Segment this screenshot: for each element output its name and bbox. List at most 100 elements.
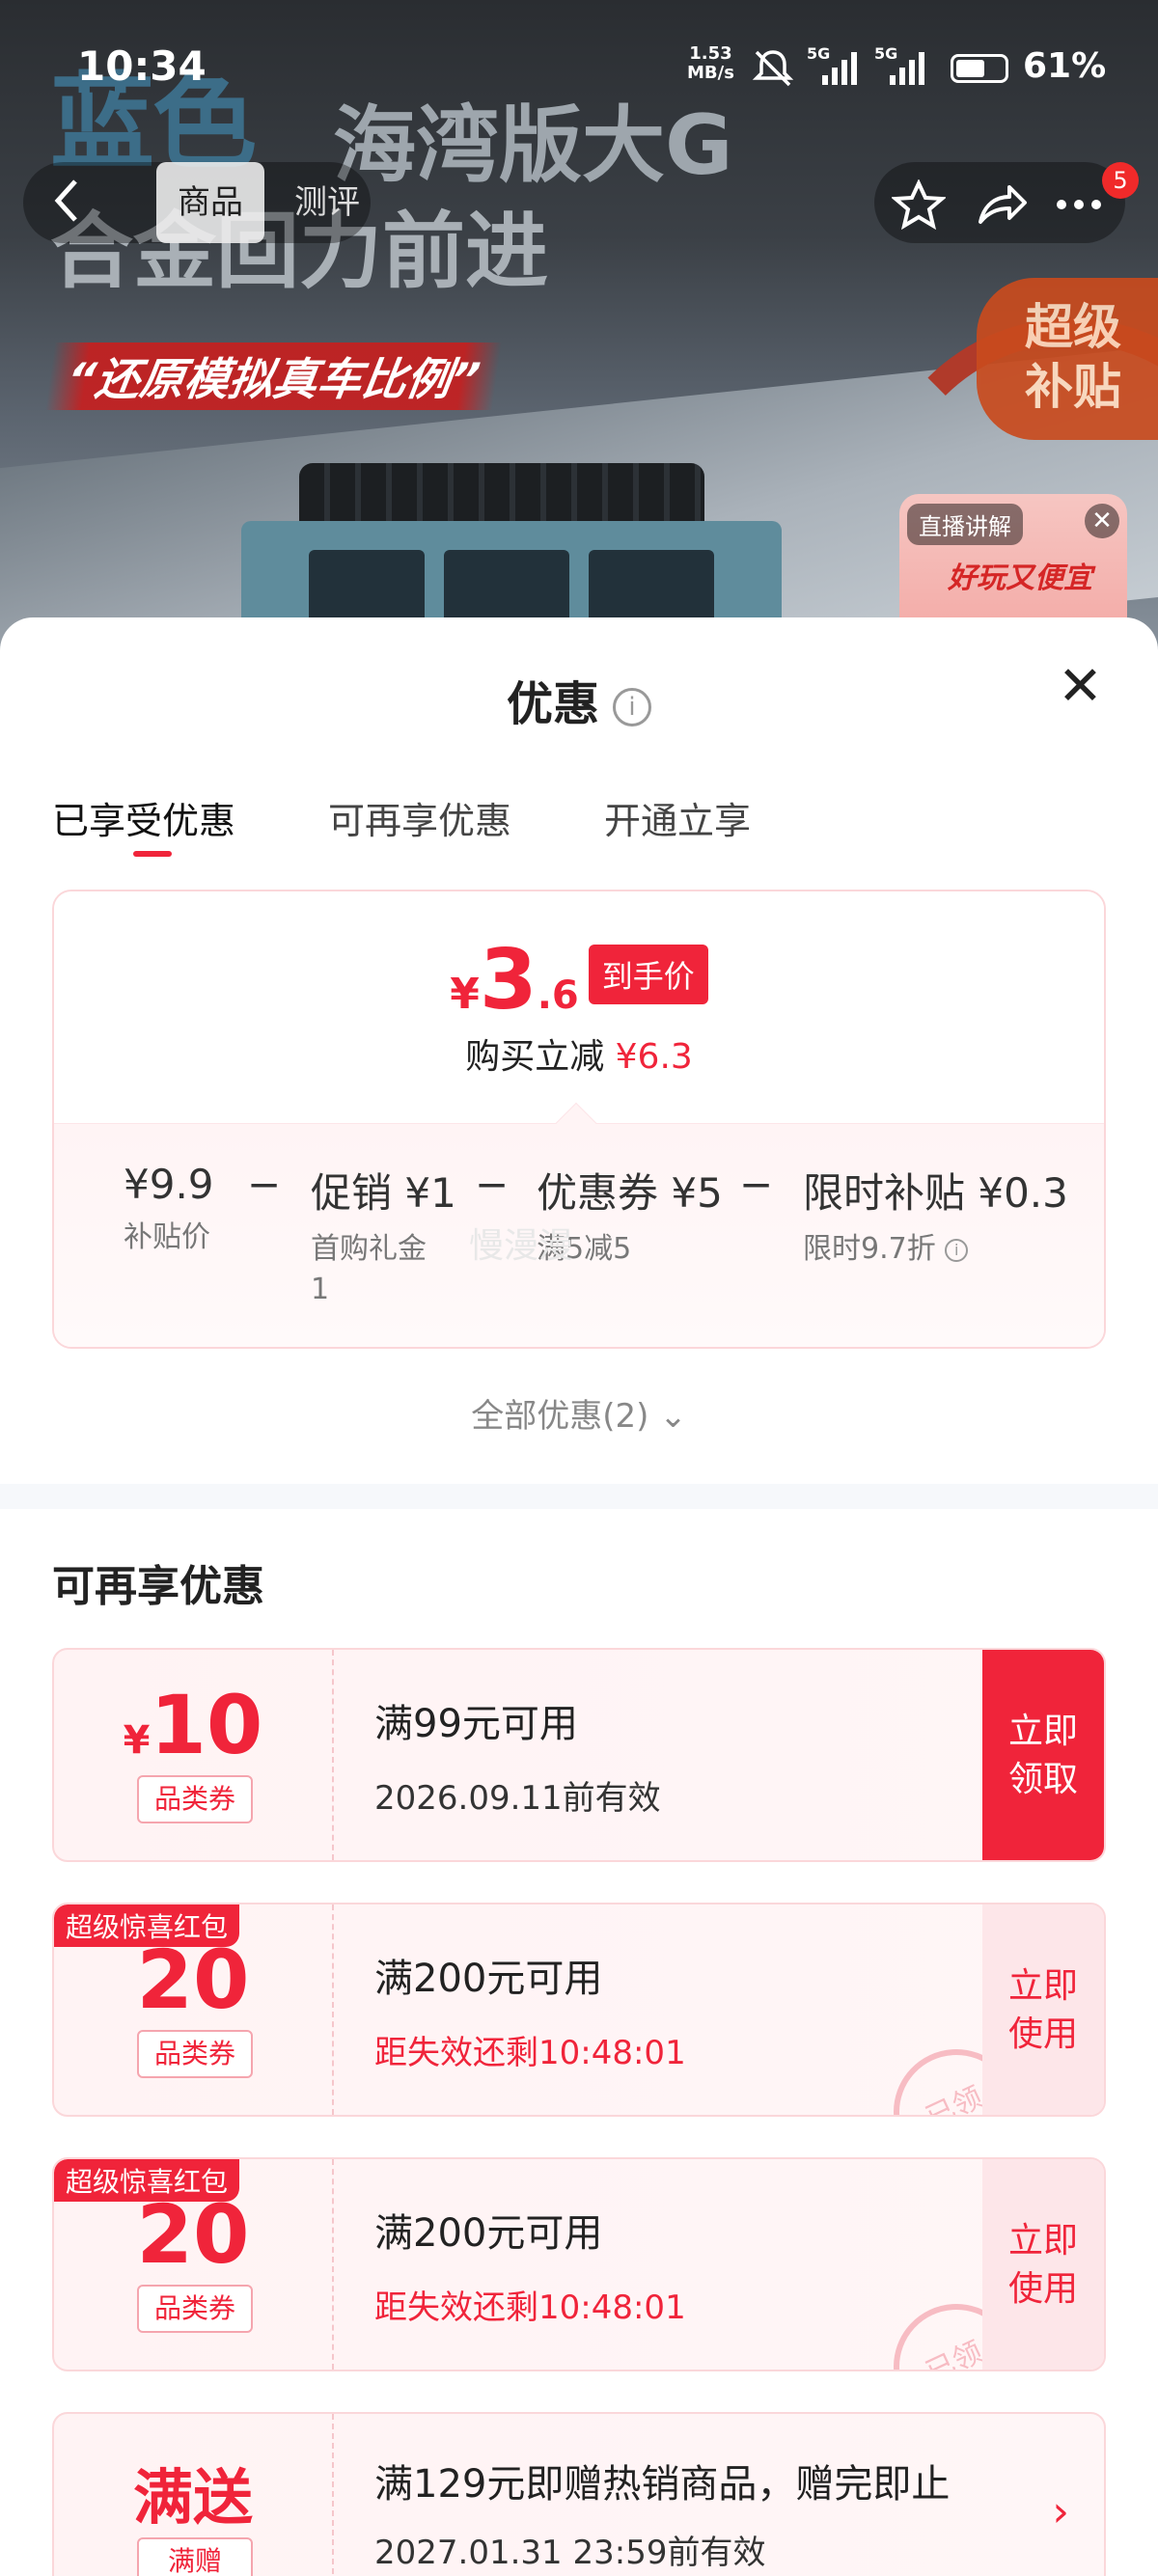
coupon-condition: 满129元即赠热销商品，赠完即止 xyxy=(374,2462,951,2507)
breakdown-main: ¥9.9 xyxy=(124,1161,214,1208)
price-integer: 3 xyxy=(479,932,538,1028)
coupon-condition: 满99元可用 xyxy=(374,1702,578,1746)
minus-sign: − xyxy=(475,1161,510,1208)
tab-goods[interactable]: 商品 xyxy=(156,162,264,243)
price-summary-card: ¥3.6 到手价 购买立减 ¥6.3 ¥9.9 补贴价 − 促销 ¥1 首购礼金 … xyxy=(52,890,1106,1349)
discount-value: ¥6.3 xyxy=(615,1037,693,1077)
coupon-value-area: 满送 满赠 xyxy=(54,2414,334,2576)
claim-coupon-button[interactable]: 立即 领取 xyxy=(982,1650,1104,1860)
coupon-amount: ¥10 xyxy=(54,1677,332,1773)
coupon-value-area: ¥10 品类券 xyxy=(54,1650,334,1860)
coupon-countdown: 距失效还剩10:48:01 xyxy=(374,2288,686,2327)
gift-offer-card[interactable]: 满送 满赠 满129元即赠热销商品，赠完即止 2027.01.31 23:59前… xyxy=(52,2412,1106,2576)
breakdown-limited-subsidy: 限时补贴 ¥0.3 限时9.7折 i xyxy=(803,1161,1068,1270)
coupon-type-label: 品类券 xyxy=(137,2030,253,2078)
breakdown-sub: 补贴价 xyxy=(124,1220,210,1254)
signal-icon xyxy=(886,48,932,95)
coupon-card[interactable]: 20 品类券 超级惊喜红包 满200元可用 距失效还剩10:48:01 已领 立… xyxy=(52,1903,1106,2117)
battery-percentage: 61% xyxy=(1023,46,1107,86)
net-speed-value: 1.53 xyxy=(689,43,732,64)
chevron-down-icon: ⌄ xyxy=(659,1397,687,1436)
discount-line: 购买立减 ¥6.3 xyxy=(54,1028,1104,1079)
close-icon[interactable]: ✕ xyxy=(1058,658,1103,716)
button-line2: 使用 xyxy=(1007,2269,1078,2309)
tab-more-available[interactable]: 可再享优惠 xyxy=(328,791,511,844)
live-promo-text: 好玩又便宜 xyxy=(948,562,1092,595)
net-speed-unit: MB/s xyxy=(687,63,734,83)
breakdown-sub: 首购礼金 xyxy=(311,1232,427,1266)
coupon-condition: 满200元可用 xyxy=(374,2211,603,2256)
use-coupon-button[interactable]: 立即 使用 xyxy=(982,1905,1104,2115)
all-offers-label: 全部优惠(2) xyxy=(471,1397,649,1436)
breakdown-sub: 限时9.7折 xyxy=(803,1232,936,1266)
status-bar: 10:34 1.53 MB/s 5G 5G 61% xyxy=(0,0,1158,135)
coupon-card[interactable]: ¥10 品类券 满99元可用 2026.09.11前有效 立即 领取 xyxy=(52,1648,1106,1862)
final-price: ¥3.6 到手价 xyxy=(54,932,1104,1028)
discount-label: 购买立减 xyxy=(465,1037,605,1077)
breakdown-sub-row: 限时9.7折 i xyxy=(803,1229,1068,1270)
subsidy-line2: 补贴 xyxy=(1025,359,1121,415)
coupon-ribbon: 超级惊喜红包 xyxy=(54,2159,240,2202)
subsidy-line1: 超级 xyxy=(1025,299,1121,355)
button-line2: 使用 xyxy=(1007,2014,1078,2054)
notification-badge: 5 xyxy=(1102,162,1139,199)
star-icon[interactable] xyxy=(890,178,948,239)
coupon-amount-value: 10 xyxy=(150,1678,263,1772)
section-title: 可再享优惠 xyxy=(52,1562,264,1611)
live-close-icon[interactable]: ✕ xyxy=(1085,504,1119,538)
sheet-title: 优惠 xyxy=(506,677,599,731)
tab-review[interactable]: 测评 xyxy=(294,162,360,243)
breakdown-promotion: 促销 ¥1 首购礼金 1 xyxy=(311,1161,456,1310)
button-line1: 立即 xyxy=(1007,1712,1078,1751)
all-offers-toggle[interactable]: 全部优惠(2) ⌄ xyxy=(0,1389,1158,1437)
chevron-right-icon[interactable]: › xyxy=(1052,2487,1069,2536)
info-icon[interactable]: i xyxy=(945,1238,969,1262)
status-time: 10:34 xyxy=(77,42,207,90)
coupon-card[interactable]: 20 品类券 超级惊喜红包 满200元可用 距失效还剩10:48:01 已领 立… xyxy=(52,2157,1106,2371)
breakdown-sub2: 1 xyxy=(311,1273,330,1306)
button-line2: 领取 xyxy=(1007,1760,1078,1799)
use-coupon-button[interactable]: 立即 使用 xyxy=(982,2159,1104,2370)
network-speed: 1.53 MB/s xyxy=(687,44,734,83)
breakdown-main: 促销 ¥1 xyxy=(311,1169,456,1217)
coupon-condition: 满200元可用 xyxy=(374,1957,603,2001)
hero-slogan: “还原模拟真车比例” xyxy=(45,343,503,410)
price-breakdown: ¥9.9 补贴价 − 促销 ¥1 首购礼金 1 − 优惠券 ¥5 满5减5 − … xyxy=(54,1123,1104,1347)
minus-sign: − xyxy=(739,1161,774,1208)
price-decimal: .6 xyxy=(537,973,579,1018)
coupon-type-label: 品类券 xyxy=(137,2285,253,2333)
coupon-type-label: 满赠 xyxy=(137,2537,253,2576)
breakdown-subsidy-price: ¥9.9 补贴价 xyxy=(124,1161,214,1258)
coupon-countdown: 距失效还剩10:48:01 xyxy=(374,2034,686,2072)
back-arrow-icon[interactable] xyxy=(52,174,81,238)
battery-fill xyxy=(956,60,985,77)
breakdown-main: 优惠券 ¥5 xyxy=(537,1169,723,1217)
mute-bell-icon xyxy=(751,48,795,95)
breakdown-main: 限时补贴 ¥0.3 xyxy=(803,1169,1068,1217)
tab-activate[interactable]: 开通立享 xyxy=(604,791,751,844)
discount-sheet: 优惠 i ✕ 已享受优惠 可再享优惠 开通立享 ¥3.6 到手价 购买立减 ¥6.3… xyxy=(0,617,1158,2576)
button-line1: 立即 xyxy=(1007,2221,1078,2261)
coupon-validity: 2026.09.11前有效 xyxy=(374,1779,661,1818)
button-line1: 立即 xyxy=(1007,1966,1078,2006)
more-icon[interactable] xyxy=(1052,179,1106,239)
summary-top: ¥3.6 到手价 购买立减 ¥6.3 xyxy=(54,891,1104,1123)
price-yen: ¥ xyxy=(450,970,480,1019)
coupon-ribbon: 超级惊喜红包 xyxy=(54,1905,240,1947)
share-icon[interactable] xyxy=(975,179,1029,239)
gift-label: 满送 xyxy=(132,2462,253,2533)
info-icon[interactable]: i xyxy=(613,688,651,726)
tab-underline xyxy=(133,851,172,857)
nav-right-group xyxy=(874,162,1125,243)
signal-icon xyxy=(818,48,865,95)
sheet-title-row: 优惠 i xyxy=(0,666,1158,733)
coupon-type-label: 品类券 xyxy=(137,1775,253,1823)
coupon-yen: ¥ xyxy=(123,1718,151,1763)
section-divider xyxy=(0,1484,1158,1509)
coupon-validity: 2027.01.31 23:59前有效 xyxy=(374,2534,766,2572)
tab-enjoyed[interactable]: 已享受优惠 xyxy=(52,791,235,844)
final-price-tag: 到手价 xyxy=(588,945,708,1004)
battery-icon xyxy=(951,54,1008,83)
super-subsidy-badge[interactable]: 超级 补贴 xyxy=(977,278,1158,440)
watermark-text: 慢漫漫 xyxy=(469,1226,574,1266)
